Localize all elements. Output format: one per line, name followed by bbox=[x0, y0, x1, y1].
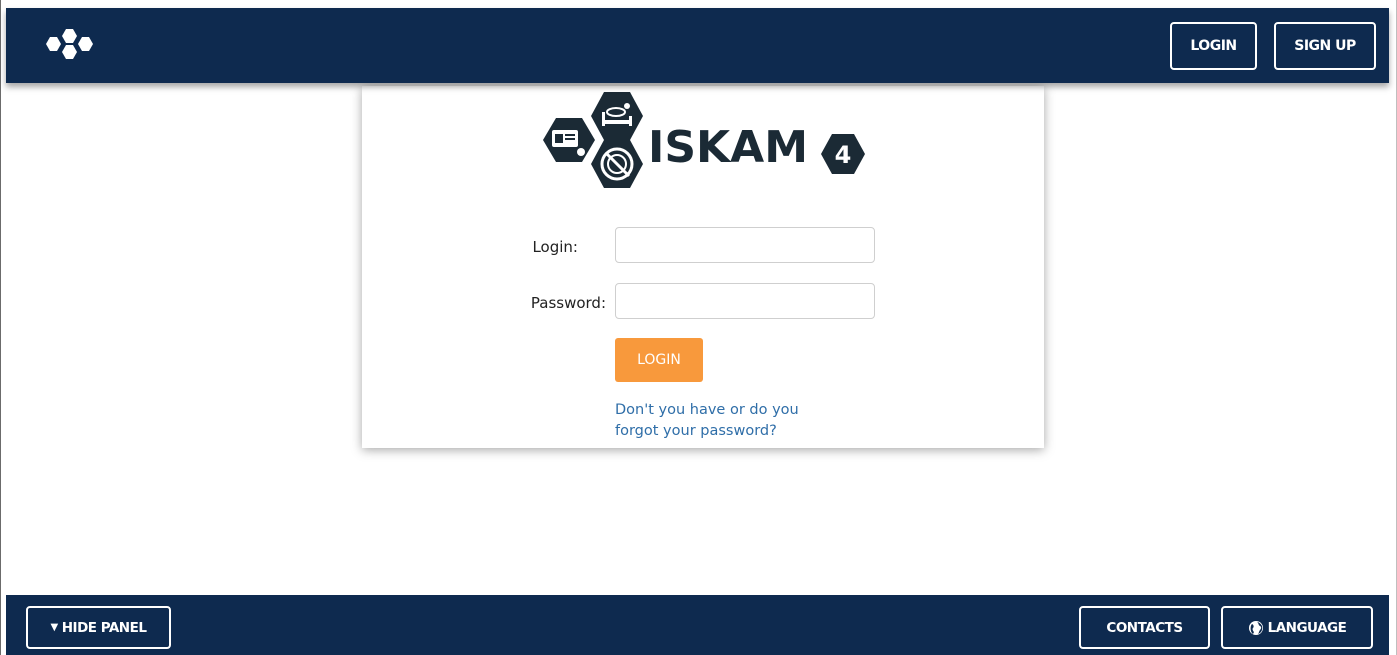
language-label: LANGUAGE bbox=[1267, 619, 1347, 636]
caret-down-icon: ▼ bbox=[50, 622, 59, 633]
language-button[interactable]: LANGUAGE bbox=[1221, 606, 1373, 649]
hide-panel-button[interactable]: ▼ HIDE PANEL bbox=[26, 606, 171, 649]
iskam-brand-logo: ISKAM 4 bbox=[543, 92, 865, 188]
login-field-label: Login: bbox=[532, 238, 578, 256]
bed-icon bbox=[591, 92, 643, 140]
id-card-icon bbox=[543, 118, 595, 162]
header-login-button[interactable]: LOGIN bbox=[1170, 22, 1257, 70]
password-input[interactable] bbox=[615, 283, 875, 319]
contacts-button[interactable]: CONTACTS bbox=[1079, 606, 1210, 649]
login-input[interactable] bbox=[615, 227, 875, 263]
brand-version: 4 bbox=[835, 141, 852, 169]
forgot-line-2: forgot your password? bbox=[615, 423, 777, 439]
password-field-label: Password: bbox=[530, 294, 606, 312]
forgot-password-link[interactable]: Don't you have or do you forgot your pas… bbox=[615, 400, 855, 442]
hide-panel-label: HIDE PANEL bbox=[61, 619, 147, 636]
bottom-panel: ▼ HIDE PANEL CONTACTS LANGUAGE bbox=[6, 595, 1389, 655]
top-navbar: LOGIN SIGN UP bbox=[6, 8, 1389, 83]
forgot-line-1: Don't you have or do you bbox=[615, 402, 799, 418]
header-signup-button[interactable]: SIGN UP bbox=[1274, 22, 1376, 70]
hexagon-cluster-logo-icon[interactable] bbox=[38, 26, 108, 66]
brand-name: ISKAM bbox=[648, 122, 808, 173]
globe-icon bbox=[1248, 620, 1263, 635]
login-submit-button[interactable]: LOGIN bbox=[615, 338, 703, 382]
login-card: ISKAM 4 Login: Password: LOGIN Don't you… bbox=[362, 86, 1044, 448]
plate-icon bbox=[591, 140, 643, 188]
